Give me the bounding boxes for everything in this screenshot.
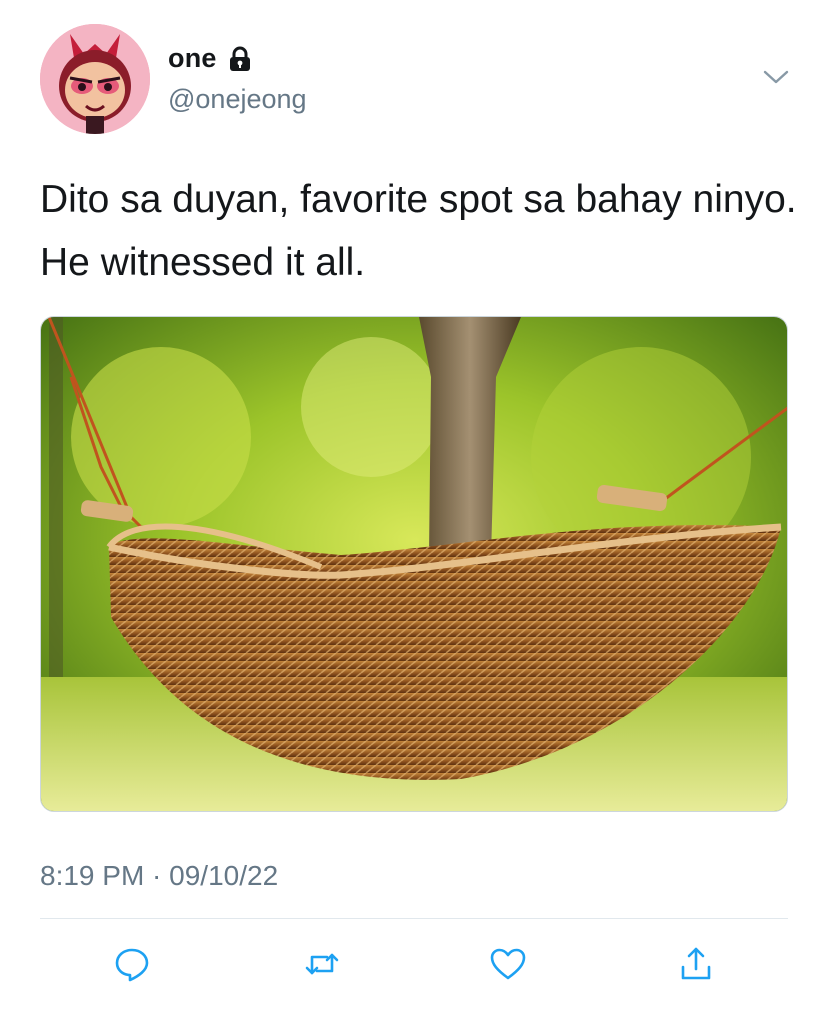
retweet-button[interactable] [298, 940, 346, 988]
share-icon [681, 947, 711, 980]
name-row[interactable]: one [168, 43, 254, 74]
hammock-photo [41, 317, 787, 811]
powerpuff-avatar-icon [40, 24, 150, 134]
divider [40, 918, 788, 919]
retweet-icon [305, 953, 339, 975]
display-name[interactable]: one [168, 43, 217, 74]
tweet-timestamp[interactable]: 8:19 PM · 09/10/22 [40, 860, 278, 892]
lock-icon [229, 46, 250, 71]
avatar[interactable] [40, 24, 150, 134]
like-button[interactable] [484, 940, 532, 988]
tweet-text: Dito sa duyan, favorite spot sa bahay ni… [40, 178, 797, 284]
reply-icon [115, 948, 149, 982]
tweet-media-image[interactable] [40, 316, 788, 812]
tweet-actions [0, 940, 828, 988]
like-icon [490, 948, 526, 980]
user-handle[interactable]: @onejeong [168, 84, 307, 115]
chevron-down-icon[interactable] [762, 66, 790, 88]
reply-button[interactable] [108, 940, 156, 988]
share-button[interactable] [672, 940, 720, 988]
